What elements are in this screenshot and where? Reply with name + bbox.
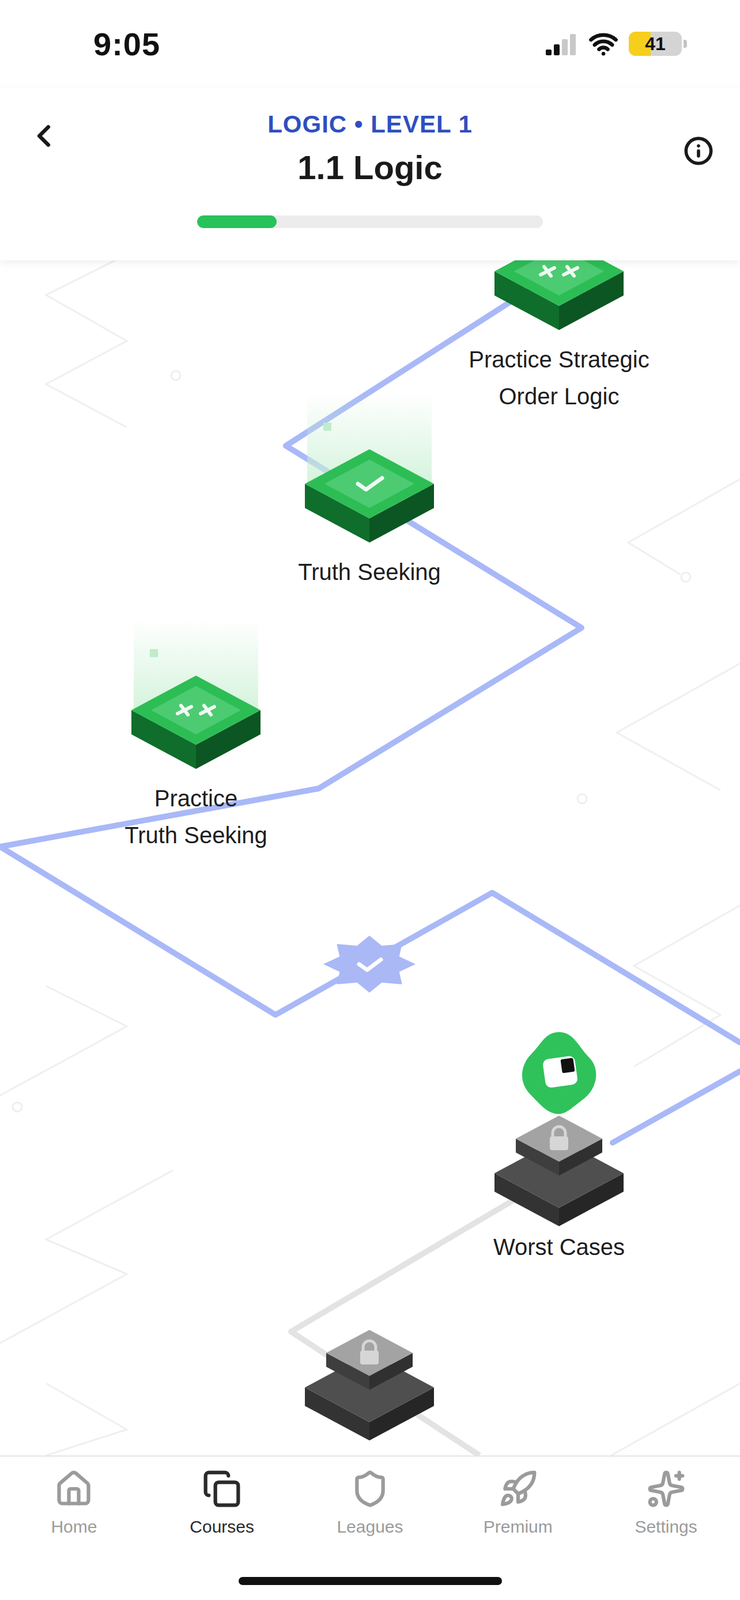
- home-indicator: [238, 1577, 502, 1587]
- info-icon: [683, 136, 714, 166]
- back-button[interactable]: [25, 117, 63, 155]
- lesson-node: [304, 1330, 434, 1446]
- header: LOGIC • LEVEL 1 1.1 Logic: [0, 87, 740, 261]
- practice-tile-icon: [131, 676, 261, 775]
- node-label-line: Practice Strategic: [468, 341, 649, 379]
- node-label: Practice StrategicOrder Logic: [463, 341, 654, 415]
- status-bar: 9:05 41: [0, 0, 740, 88]
- lock-icon: [360, 1341, 379, 1366]
- checkpoint-node[interactable]: [322, 933, 417, 996]
- locked-tile-icon: [304, 1330, 434, 1446]
- node-label-line: Practice: [154, 780, 239, 818]
- progress-track: [197, 215, 543, 229]
- status-icons: 41: [545, 28, 687, 59]
- node-label-line: Truth Seeking: [297, 553, 441, 591]
- leagues-icon: [350, 1470, 390, 1510]
- signal-icon: [545, 32, 579, 56]
- lock-icon: [549, 1127, 569, 1151]
- glow-spark: [149, 649, 158, 658]
- lesson-title: 1.1 Logic: [297, 147, 443, 188]
- screen: 9:05 41 LOGIC • LEVEL 1 1.1 Logic Practice S…: [0, 0, 740, 1600]
- mascot-icon: [518, 1030, 600, 1117]
- lesson-tile-icon: [304, 449, 434, 548]
- wifi-icon: [588, 28, 619, 59]
- nav-item[interactable]: Premium: [443, 1457, 592, 1578]
- info-button[interactable]: [681, 133, 716, 169]
- nav-label: Leagues: [336, 1517, 403, 1539]
- locked-tile-icon: [494, 1116, 624, 1232]
- courses-icon: [202, 1470, 242, 1510]
- battery: 41: [628, 31, 687, 56]
- battery-cap: [683, 39, 687, 48]
- header-center: LOGIC • LEVEL 1 1.1 Logic: [86, 87, 654, 261]
- nav-label: Premium: [483, 1517, 553, 1539]
- home-icon: [54, 1470, 94, 1510]
- lesson-node[interactable]: [304, 449, 434, 548]
- course-level: LOGIC • LEVEL 1: [267, 110, 473, 139]
- practice-node[interactable]: [494, 260, 624, 335]
- node-label: PracticeTruth Seeking: [119, 780, 273, 855]
- node-label-line: Order Logic: [499, 378, 620, 415]
- node-label-line: Worst Cases: [493, 1229, 625, 1267]
- nav-row: Home Courses Leagues Premium Settings: [0, 1457, 740, 1578]
- node-label-line: Truth Seeking: [124, 817, 268, 855]
- checkpoint-star-icon: [322, 933, 417, 996]
- nav-label: Home: [50, 1517, 97, 1539]
- nav-item[interactable]: Home: [0, 1457, 149, 1578]
- battery-text: 41: [644, 33, 666, 55]
- nav-item[interactable]: Courses: [148, 1457, 297, 1578]
- bottom-nav: Home Courses Leagues Premium Settings: [0, 1456, 740, 1600]
- settings-icon: [646, 1470, 686, 1510]
- battery-body: 41: [628, 31, 682, 56]
- lesson-map[interactable]: Practice StrategicOrder Logic Truth Seeki…: [0, 260, 740, 1457]
- glow-spark: [323, 423, 332, 432]
- premium-icon: [498, 1470, 538, 1510]
- lesson-node: [494, 1116, 624, 1232]
- nav-item[interactable]: Settings: [591, 1457, 740, 1578]
- nav-label: Courses: [189, 1517, 255, 1539]
- node-label: Truth Seeking: [293, 553, 446, 591]
- node-label: Worst Cases: [488, 1229, 630, 1267]
- chevron-left-icon: [25, 118, 62, 154]
- practice-node[interactable]: [131, 676, 261, 775]
- nav-label: Settings: [634, 1517, 697, 1539]
- progress-fill: [197, 215, 277, 229]
- status-time: 9:05: [93, 25, 161, 63]
- nav-item[interactable]: Leagues: [296, 1457, 445, 1578]
- practice-tile-icon: [494, 260, 624, 335]
